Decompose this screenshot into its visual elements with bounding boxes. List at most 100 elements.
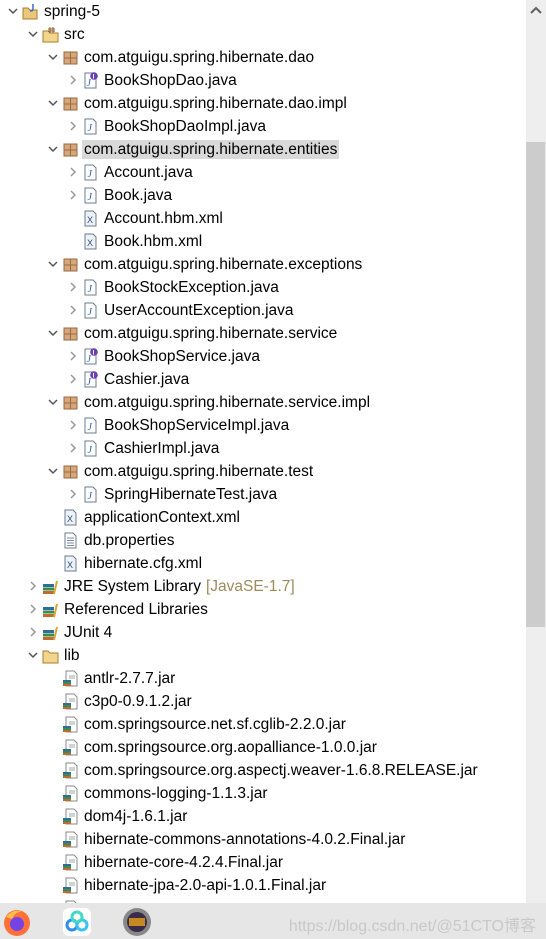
tree-item[interactable]: J BookShopDaoImpl.java bbox=[0, 115, 526, 138]
tree-item[interactable]: J BookShopServiceImpl.java bbox=[0, 414, 526, 437]
chevron-right-icon[interactable] bbox=[66, 441, 80, 455]
tree-item[interactable]: db.properties bbox=[0, 529, 526, 552]
tree-item-text: UserAccountException.java bbox=[104, 302, 294, 319]
chevron-right-icon[interactable] bbox=[26, 625, 40, 639]
tree-item[interactable]: JRE System Library [JavaSE-1.7] bbox=[0, 575, 526, 598]
java-class-icon: J bbox=[84, 417, 97, 434]
tree-item-text: antlr-2.7.7.jar bbox=[84, 670, 176, 687]
tree-item[interactable]: Xhibernate.cfg.xml bbox=[0, 552, 526, 575]
tree-item[interactable]: c3p0-0.9.1.2.jar bbox=[0, 690, 526, 713]
tree-item[interactable]: J Account.java bbox=[0, 161, 526, 184]
tree-item-label: com.atguigu.spring.hibernate.test bbox=[82, 462, 315, 481]
library-icon bbox=[43, 580, 58, 595]
chevron-down-icon[interactable] bbox=[46, 50, 60, 64]
chevron-down-icon[interactable] bbox=[46, 395, 60, 409]
tree-item-text: hibernate-commons-annotations-4.0.2.Fina… bbox=[84, 831, 406, 848]
firefox-icon[interactable] bbox=[2, 907, 32, 937]
java-ee-ide-icon[interactable] bbox=[122, 907, 152, 937]
chevron-right-icon[interactable] bbox=[26, 579, 40, 593]
scrollbar-thumb[interactable] bbox=[526, 142, 545, 627]
package-icon bbox=[63, 396, 78, 410]
java-interface-icon: JI bbox=[84, 348, 98, 365]
tree-item[interactable]: X Book.hbm.xml bbox=[0, 230, 526, 253]
chevron-down-icon[interactable] bbox=[46, 326, 60, 340]
chevron-down-icon[interactable] bbox=[6, 4, 20, 18]
tree-item[interactable]: JUnit 4 bbox=[0, 621, 526, 644]
tree-item[interactable]: commons-logging-1.1.3.jar bbox=[0, 782, 526, 805]
jar-icon bbox=[63, 762, 78, 779]
chevron-down-icon[interactable] bbox=[46, 257, 60, 271]
tree-item-text: SpringHibernateTest.java bbox=[104, 486, 278, 503]
jar-icon bbox=[63, 670, 78, 687]
tree-item-label: com.atguigu.spring.hibernate.dao.impl bbox=[82, 94, 349, 113]
chevron-right-icon[interactable] bbox=[66, 303, 80, 317]
svg-text:J: J bbox=[87, 354, 92, 365]
tree-item[interactable]: spring-5 bbox=[0, 0, 526, 23]
tree-item[interactable]: com.springsource.net.sf.cglib-2.2.0.jar bbox=[0, 713, 526, 736]
tree-item[interactable]: hibernate-jpa-2.0-api-1.0.1.Final.jar bbox=[0, 874, 526, 897]
tree-item[interactable]: hibernate-commons-annotations-4.0.2.Fina… bbox=[0, 828, 526, 851]
tree-item[interactable]: J I BookShopDao.java bbox=[0, 69, 526, 92]
chevron-right-icon[interactable] bbox=[66, 280, 80, 294]
tree-item[interactable]: com.springsource.org.aopalliance-1.0.0.j… bbox=[0, 736, 526, 759]
baidu-netdisk-icon[interactable] bbox=[62, 907, 92, 937]
tree-item-label: Cashier.java bbox=[102, 370, 191, 389]
tree-item[interactable]: com.atguigu.spring.hibernate.dao bbox=[0, 46, 526, 69]
tree-item-label: CashierImpl.java bbox=[102, 439, 221, 458]
tree-item[interactable]: J Book.java bbox=[0, 184, 526, 207]
tree-item[interactable]: Referenced Libraries bbox=[0, 598, 526, 621]
chevron-right-icon[interactable] bbox=[66, 418, 80, 432]
svg-text:X: X bbox=[87, 238, 93, 248]
package-icon bbox=[63, 97, 78, 111]
tree-item-label: antlr-2.7.7.jar bbox=[82, 669, 177, 688]
library-icon bbox=[43, 626, 58, 641]
tree-item[interactable]: dom4j-1.6.1.jar bbox=[0, 805, 526, 828]
tree-item[interactable]: src bbox=[0, 23, 526, 46]
chevron-right-icon[interactable] bbox=[66, 119, 80, 133]
tree-item[interactable]: com.atguigu.spring.hibernate.exceptions bbox=[0, 253, 526, 276]
tree-item[interactable]: J CashierImpl.java bbox=[0, 437, 526, 460]
xml-file-icon: X bbox=[84, 210, 97, 227]
tree-item-label: com.atguigu.spring.hibernate.entities bbox=[82, 140, 340, 159]
scroll-up-arrow-icon[interactable] bbox=[529, 4, 543, 16]
chevron-right-icon[interactable] bbox=[66, 165, 80, 179]
chevron-right-icon[interactable] bbox=[66, 487, 80, 501]
chevron-right-icon[interactable] bbox=[66, 188, 80, 202]
tree-item-label: com.atguigu.spring.hibernate.service bbox=[82, 324, 339, 343]
tree-item[interactable]: lib bbox=[0, 644, 526, 667]
chevron-right-icon[interactable] bbox=[66, 349, 80, 363]
tree-item[interactable]: com.springsource.org.aspectj.weaver-1.6.… bbox=[0, 759, 526, 782]
tree-item-label: hibernate.cfg.xml bbox=[82, 554, 204, 573]
tree-item-text: com.atguigu.spring.hibernate.dao.impl bbox=[84, 95, 347, 112]
tree-item-text: JRE System Library bbox=[64, 578, 201, 595]
chevron-down-icon[interactable] bbox=[46, 96, 60, 110]
tree-item[interactable]: J I BookShopService.java bbox=[0, 345, 526, 368]
tree-item[interactable]: J BookStockException.java bbox=[0, 276, 526, 299]
java-interface-icon: JI bbox=[84, 371, 98, 388]
tree-item[interactable]: com.atguigu.spring.hibernate.service bbox=[0, 322, 526, 345]
tree-item-label: Account.java bbox=[102, 163, 195, 182]
tree-item[interactable]: J UserAccountException.java bbox=[0, 299, 526, 322]
chevron-right-icon[interactable] bbox=[66, 73, 80, 87]
chevron-down-icon[interactable] bbox=[26, 648, 40, 662]
vertical-scrollbar[interactable] bbox=[526, 0, 546, 903]
tree-item[interactable]: com.atguigu.spring.hibernate.dao.impl bbox=[0, 92, 526, 115]
chevron-right-icon[interactable] bbox=[66, 372, 80, 386]
tree-item[interactable]: com.atguigu.spring.hibernate.entities bbox=[0, 138, 526, 161]
chevron-down-icon[interactable] bbox=[46, 464, 60, 478]
svg-text:J: J bbox=[88, 307, 93, 318]
folder-icon bbox=[42, 650, 59, 664]
tree-item[interactable]: J SpringHibernateTest.java bbox=[0, 483, 526, 506]
tree-item[interactable]: X Account.hbm.xml bbox=[0, 207, 526, 230]
tree-item-label: Book.java bbox=[102, 186, 174, 205]
chevron-down-icon[interactable] bbox=[26, 27, 40, 41]
tree-item[interactable]: com.atguigu.spring.hibernate.test bbox=[0, 460, 526, 483]
chevron-right-icon[interactable] bbox=[26, 602, 40, 616]
tree-item[interactable]: antlr-2.7.7.jar bbox=[0, 667, 526, 690]
tree-item[interactable]: J I Cashier.java bbox=[0, 368, 526, 391]
jar-icon bbox=[63, 808, 78, 825]
tree-item[interactable]: hibernate-core-4.2.4.Final.jar bbox=[0, 851, 526, 874]
chevron-down-icon[interactable] bbox=[46, 142, 60, 156]
tree-item[interactable]: com.atguigu.spring.hibernate.service.imp… bbox=[0, 391, 526, 414]
tree-item[interactable]: XapplicationContext.xml bbox=[0, 506, 526, 529]
